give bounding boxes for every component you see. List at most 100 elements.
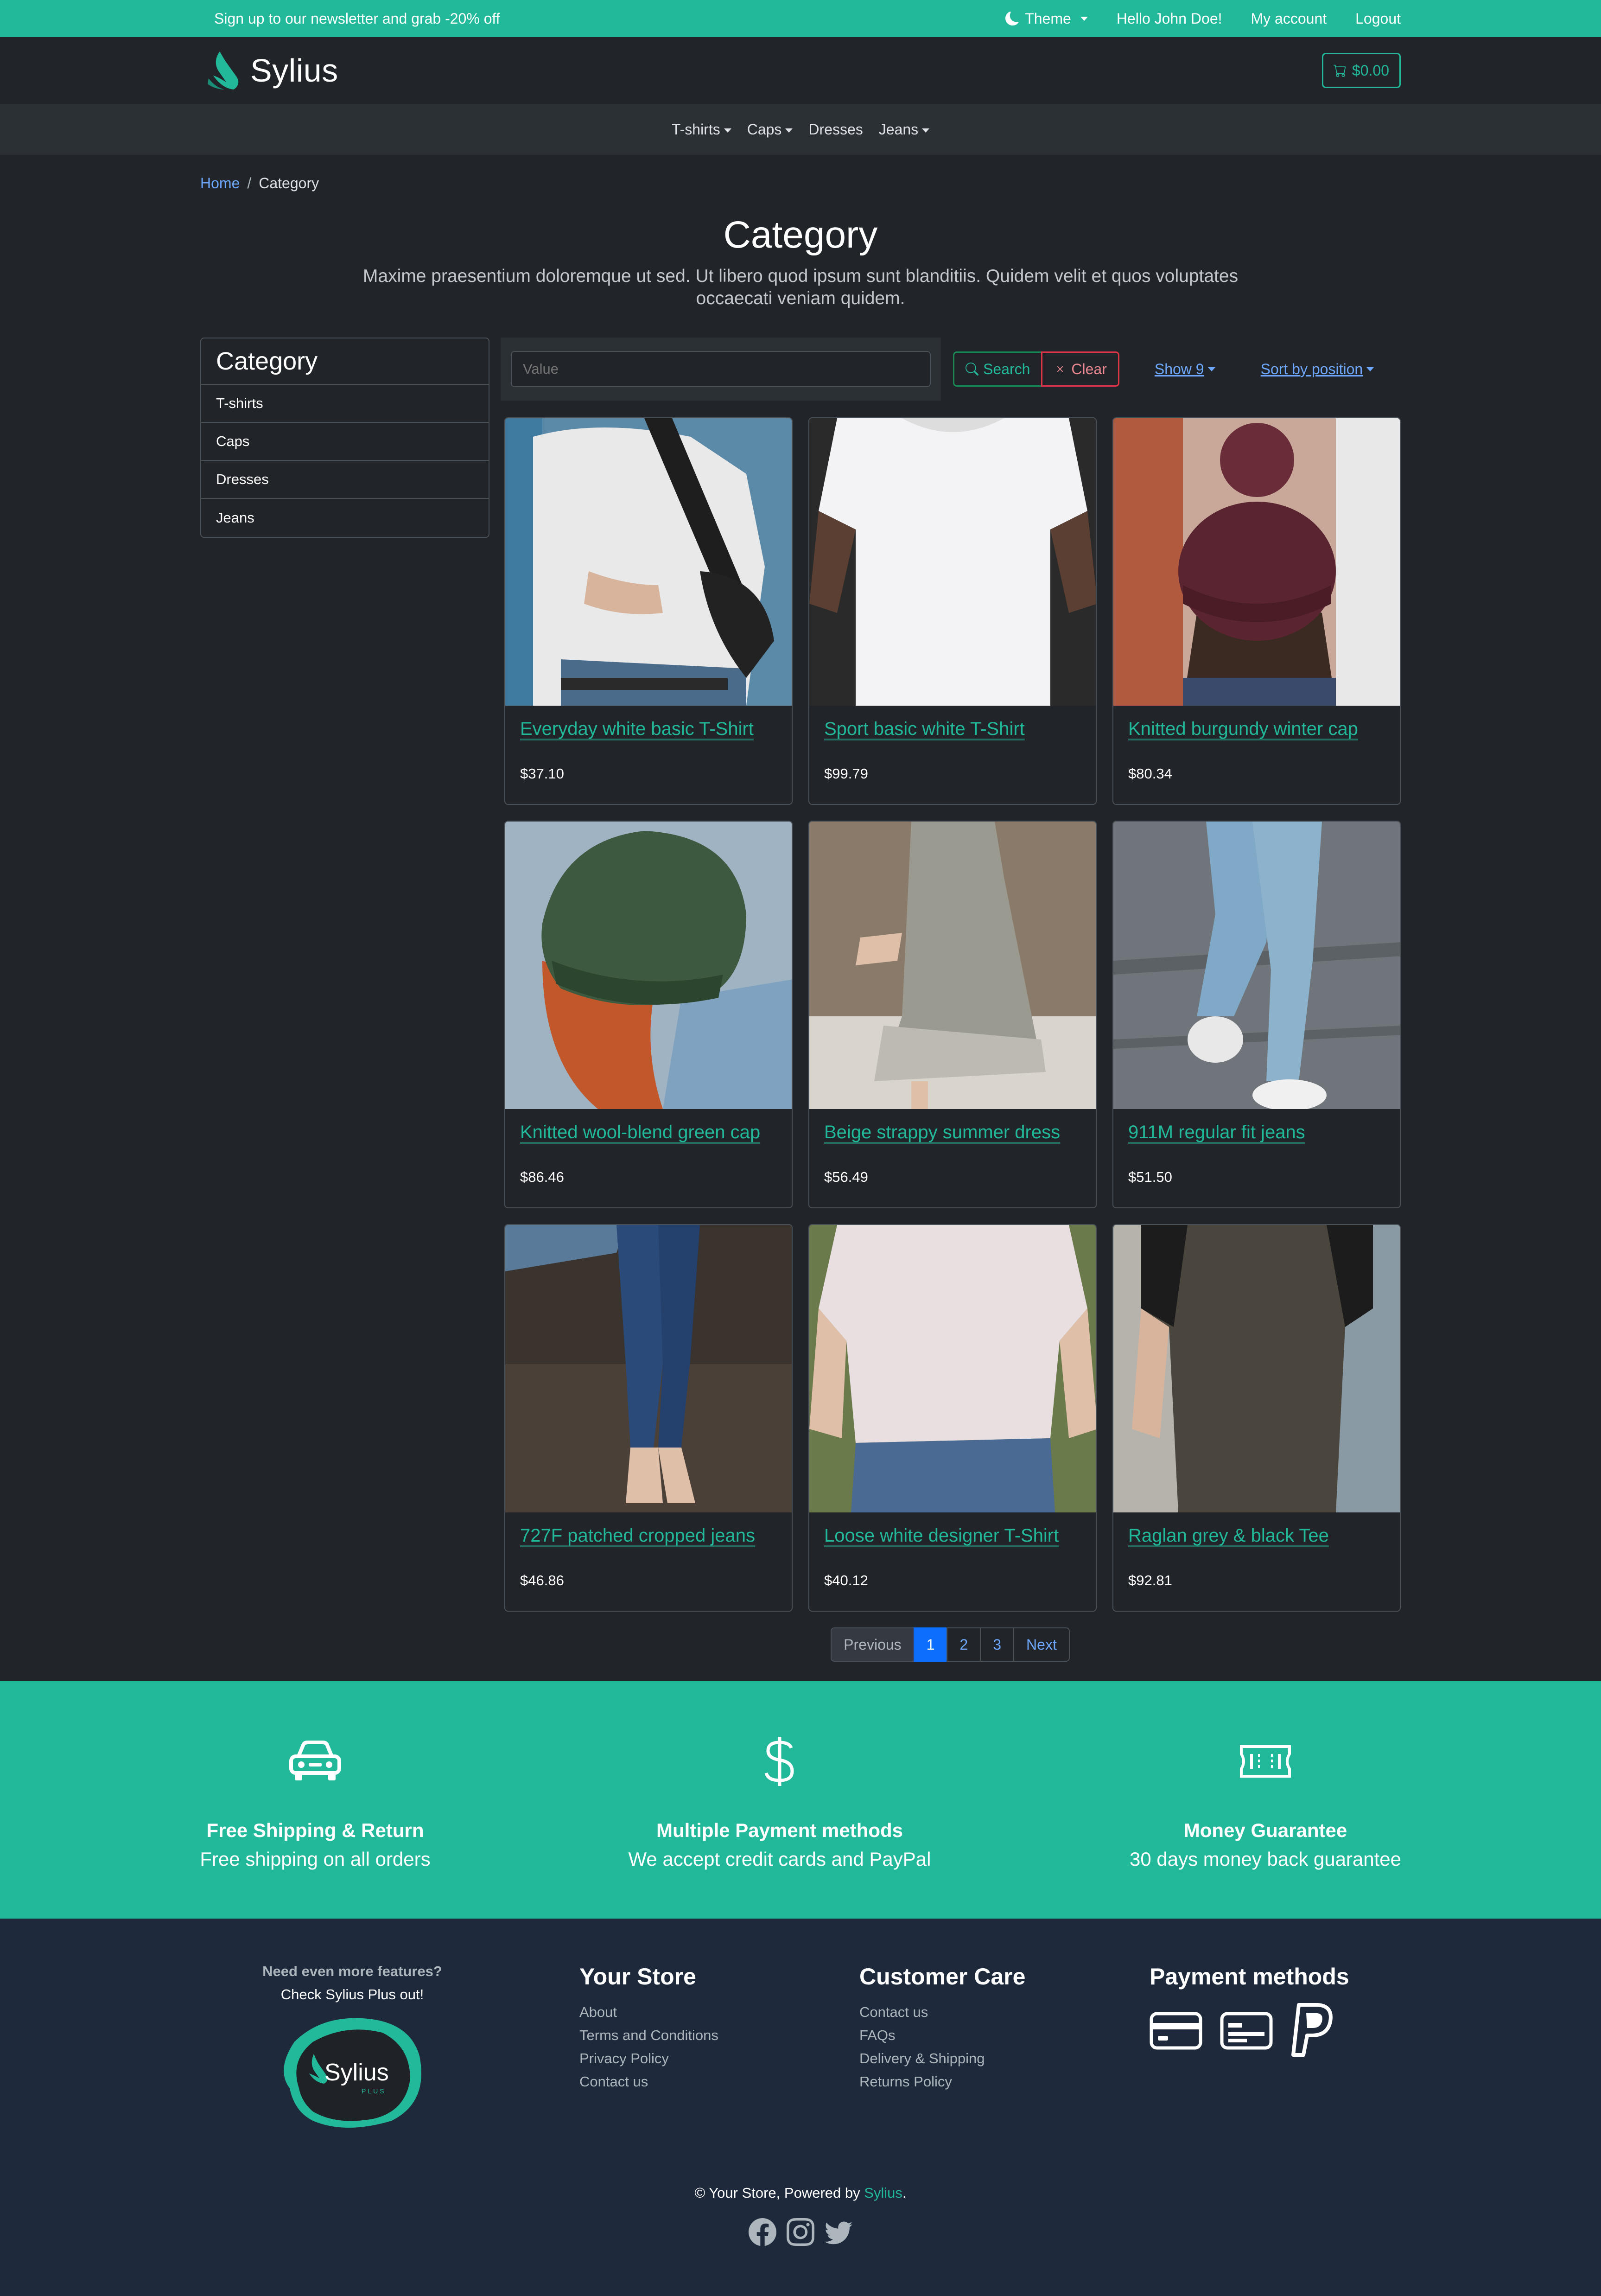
filter-toolbar: Search Clear Show 9 Sort by position (501, 338, 1401, 401)
theme-label: Theme (1025, 10, 1071, 27)
product-image[interactable] (809, 822, 1096, 1109)
footer-link-privacy[interactable]: Privacy Policy (579, 2050, 718, 2067)
footer-link-faqs[interactable]: FAQs (859, 2027, 1025, 2044)
product-image[interactable] (809, 418, 1096, 706)
footer-link-returns[interactable]: Returns Policy (859, 2073, 1025, 2090)
nav-item-tshirts[interactable]: T-shirts (672, 121, 731, 138)
cart-icon (1333, 64, 1346, 77)
nav-item-jeans[interactable]: Jeans (879, 121, 930, 138)
sidebar-item-dresses[interactable]: Dresses (201, 461, 489, 499)
product-name[interactable]: 727F patched cropped jeans (520, 1525, 755, 1546)
product-card[interactable]: 727F patched cropped jeans $46.86 (504, 1224, 793, 1612)
nav-label: Caps (747, 121, 782, 138)
feature-payment: Multiple Payment methods We accept credi… (571, 1681, 988, 1870)
product-card-body: Raglan grey & black Tee $92.81 (1113, 1512, 1400, 1602)
search-button[interactable]: Search (953, 351, 1043, 387)
product-card[interactable]: Sport basic white T-Shirt $99.79 (808, 417, 1097, 805)
product-card-body: Everyday white basic T-Shirt $37.10 (505, 706, 792, 795)
product-card-body: 727F patched cropped jeans $46.86 (505, 1512, 792, 1602)
search-icon (966, 363, 978, 376)
copyright: © Your Store, Powered by Sylius. (0, 2185, 1601, 2201)
moon-icon (1005, 12, 1019, 26)
instagram-icon[interactable] (787, 2218, 814, 2246)
product-card-body: 911M regular fit jeans $51.50 (1113, 1109, 1400, 1199)
product-card-body: Sport basic white T-Shirt $99.79 (809, 706, 1096, 795)
product-card[interactable]: Loose white designer T-Shirt $40.12 (808, 1224, 1097, 1612)
dollar-icon (764, 1737, 794, 1786)
product-card[interactable]: Knitted wool-blend green cap $86.46 (504, 821, 793, 1208)
sidebar-item-caps[interactable]: Caps (201, 423, 489, 461)
site-logo[interactable]: Sylius (206, 50, 338, 91)
copyright-text: © Your Store, Powered by (694, 2185, 860, 2201)
promo-logo-text: Sylius (324, 2059, 389, 2086)
chevron-down-icon (1366, 367, 1374, 371)
newsletter-topbar: Sign up to our newsletter and grab -20% … (0, 0, 1601, 37)
sidebar-item-tshirts[interactable]: T-shirts (201, 385, 489, 423)
show-label: Show 9 (1154, 360, 1204, 377)
product-image[interactable] (809, 1225, 1096, 1512)
logout-link[interactable]: Logout (1355, 10, 1401, 27)
footer-link-terms[interactable]: Terms and Conditions (579, 2027, 718, 2044)
breadcrumb-home[interactable]: Home (200, 175, 240, 192)
theme-dropdown[interactable]: Theme (1005, 10, 1088, 27)
product-image[interactable] (505, 418, 792, 706)
product-name[interactable]: Knitted wool-blend green cap (520, 1122, 760, 1142)
page-description: Maxime praesentium doloremque ut sed. Ut… (362, 266, 1239, 308)
footer-link-contact[interactable]: Contact us (579, 2073, 718, 2090)
product-image[interactable] (1113, 418, 1400, 706)
site-footer: Need even more features? Check Sylius Pl… (0, 1919, 1601, 2296)
product-name[interactable]: 911M regular fit jeans (1128, 1122, 1305, 1142)
nav-item-dresses[interactable]: Dresses (808, 121, 863, 138)
twitter-icon[interactable] (825, 2218, 852, 2246)
sylius-logo-icon (208, 51, 239, 89)
show-per-page-dropdown[interactable]: Show 9 (1155, 361, 1215, 378)
my-account-link[interactable]: My account (1251, 10, 1327, 27)
pagination-page-3[interactable]: 3 (980, 1627, 1015, 1662)
sylius-link[interactable]: Sylius (864, 2185, 902, 2201)
feature-description: 30 days money back guarantee (1129, 1848, 1402, 1870)
sidebar-item-jeans[interactable]: Jeans (201, 499, 489, 537)
pagination-next[interactable]: Next (1013, 1627, 1070, 1662)
product-card[interactable]: Knitted burgundy winter cap $80.34 (1112, 417, 1401, 805)
product-name[interactable]: Beige strappy summer dress (824, 1122, 1060, 1142)
promo-cta[interactable]: Check Sylius Plus out! (246, 1986, 459, 2003)
sort-dropdown[interactable]: Sort by position (1261, 361, 1374, 378)
chevron-down-icon (1207, 367, 1215, 371)
cart-button[interactable]: $0.00 (1321, 53, 1401, 88)
product-price: $80.34 (1128, 765, 1172, 782)
product-card[interactable]: 911M regular fit jeans $51.50 (1112, 821, 1401, 1208)
newsletter-promo-text[interactable]: Sign up to our newsletter and grab -20% … (214, 10, 1005, 27)
cart-total: $0.00 (1352, 62, 1389, 79)
product-listing: Search Clear Show 9 Sort by position (501, 338, 1401, 1662)
product-grid: Everyday white basic T-Shirt $37.10 Spor… (504, 417, 1401, 1612)
product-image[interactable] (1113, 1225, 1400, 1512)
product-name[interactable]: Knitted burgundy winter cap (1128, 719, 1358, 739)
search-input[interactable] (511, 351, 931, 387)
feature-title: Money Guarantee (1183, 1819, 1347, 1841)
product-name[interactable]: Loose white designer T-Shirt (824, 1525, 1059, 1546)
product-image[interactable] (505, 1225, 792, 1512)
product-price: $46.86 (520, 1572, 564, 1588)
topbar-links: Theme Hello John Doe! My account Logout (1005, 10, 1401, 27)
product-image[interactable] (505, 822, 792, 1109)
product-card[interactable]: Everyday white basic T-Shirt $37.10 (504, 417, 793, 805)
footer-your-store: Your Store About Terms and Conditions Pr… (579, 1963, 718, 2090)
nav-item-caps[interactable]: Caps (747, 121, 793, 138)
footer-link-contact-us[interactable]: Contact us (859, 2004, 1025, 2021)
pagination-previous: Previous (831, 1627, 915, 1662)
footer-link-delivery[interactable]: Delivery & Shipping (859, 2050, 1025, 2067)
product-name[interactable]: Sport basic white T-Shirt (824, 719, 1025, 739)
product-card[interactable]: Raglan grey & black Tee $92.81 (1112, 1224, 1401, 1612)
chevron-down-icon (785, 128, 793, 133)
facebook-icon[interactable] (749, 2218, 776, 2246)
pagination-page-1[interactable]: 1 (913, 1627, 948, 1662)
product-name[interactable]: Everyday white basic T-Shirt (520, 719, 754, 739)
product-name[interactable]: Raglan grey & black Tee (1128, 1525, 1329, 1546)
product-image[interactable] (1113, 822, 1400, 1111)
payment-icons (1150, 2003, 1349, 2057)
footer-link-about[interactable]: About (579, 2004, 718, 2021)
pagination-page-2[interactable]: 2 (947, 1627, 981, 1662)
copyright-suffix: . (902, 2185, 907, 2201)
clear-button[interactable]: Clear (1041, 351, 1119, 387)
product-card[interactable]: Beige strappy summer dress $56.49 (808, 821, 1097, 1208)
